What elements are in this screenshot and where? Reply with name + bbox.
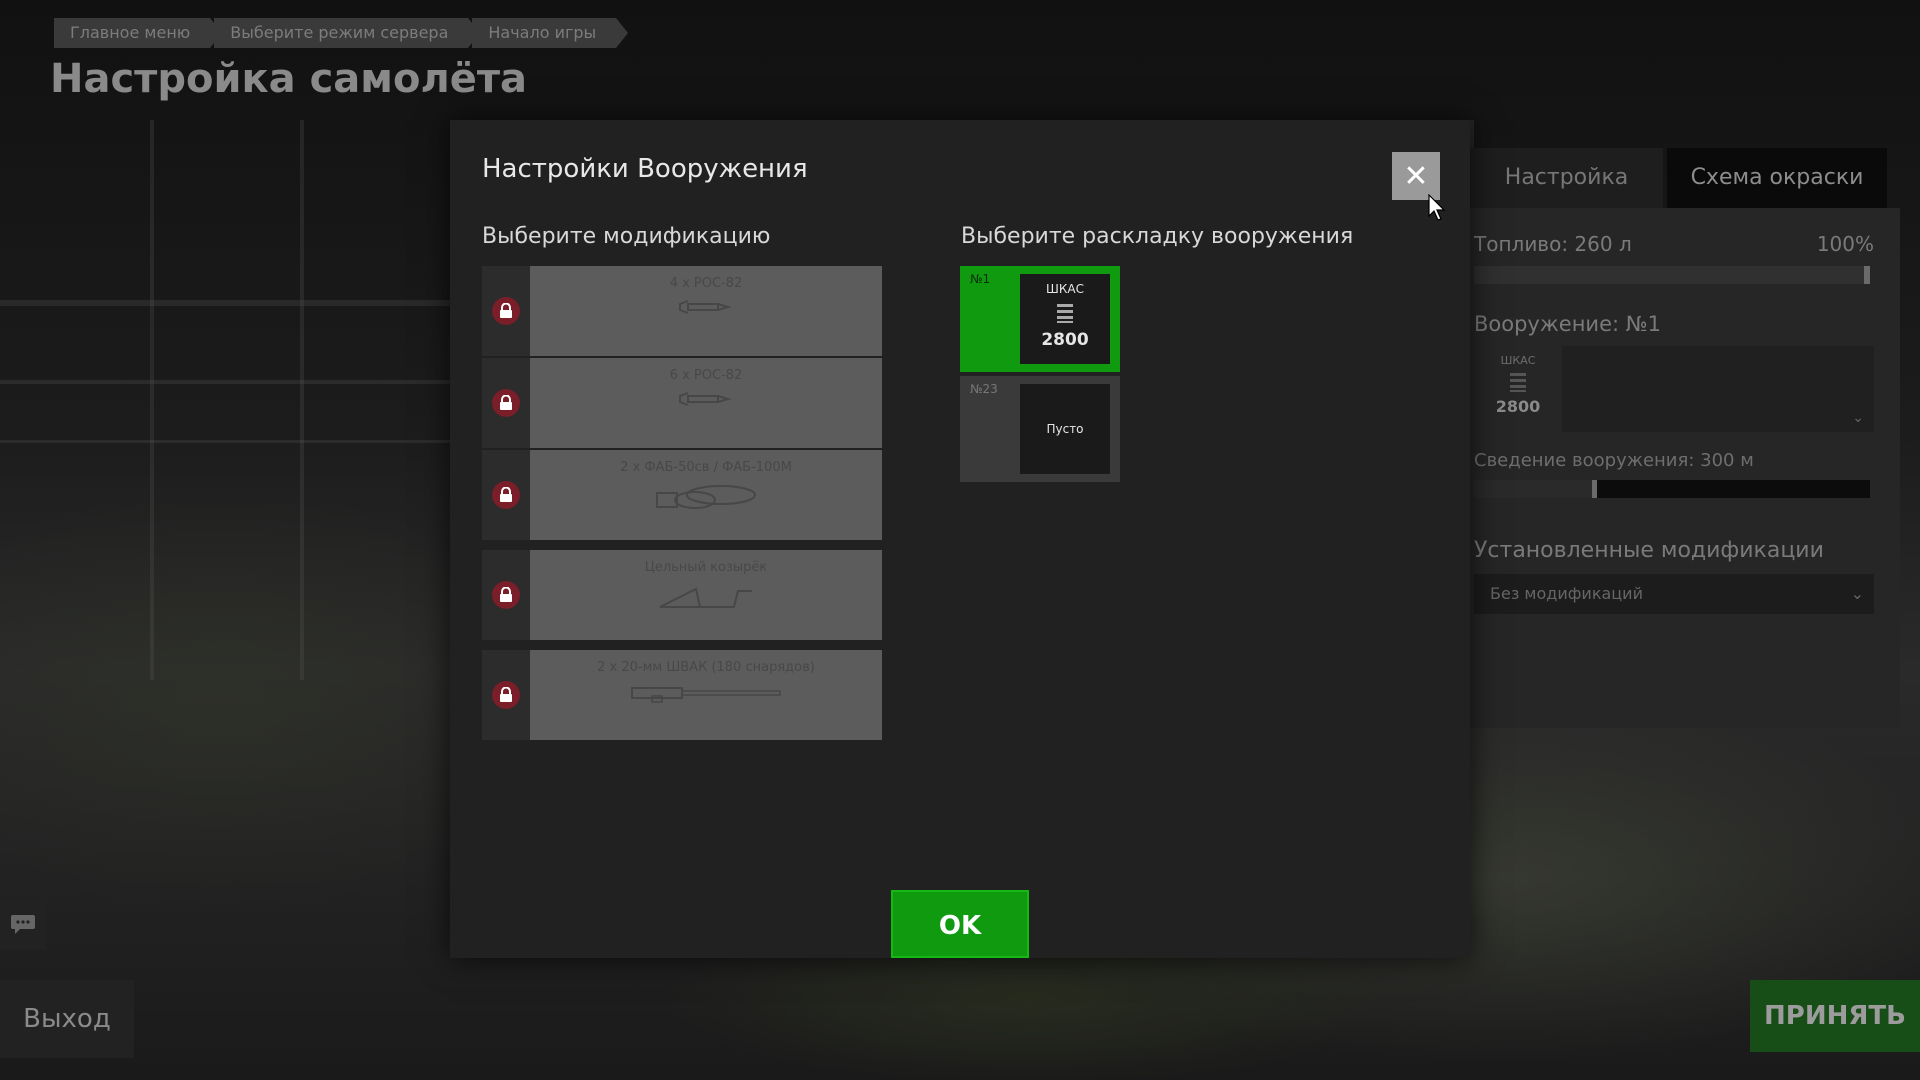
mod-label: 4 х РОС-82 [669,276,743,291]
ammo-belt-icon [1057,304,1073,323]
installed-mods-value: Без модификаций [1490,584,1643,603]
modal-title: Настройки Вооружения [482,154,808,184]
lock-icon [492,297,520,325]
chevron-down-icon: ⌄ [1850,584,1864,603]
cannon-icon [631,687,781,703]
fuel-slider[interactable] [1474,266,1870,284]
accept-button[interactable]: ПРИНЯТЬ [1750,980,1920,1052]
weapon-settings-modal: Настройки Вооружения ✕ Выберите модифика… [450,120,1470,958]
tab-paint-scheme[interactable]: Схема окраски [1667,148,1887,208]
mod-body: Цельный козырёк [530,550,882,640]
mouse-cursor-icon [1428,194,1446,221]
mod-label: 2 х 20-мм ШВАК (180 снарядов) [597,660,815,675]
breadcrumb-game-start[interactable]: Начало игры [472,18,628,48]
fuel-row: Топливо: 260 л 100% [1474,232,1874,256]
loadout-number: №1 [970,272,991,286]
settings-tabs: Настройка Схема окраски [1470,148,1920,208]
page-title: Настройка самолёта [50,56,528,102]
chat-button[interactable] [0,898,46,950]
loadout-option[interactable]: №23 Пусто [960,376,1120,482]
mod-label: Цельный козырёк [644,560,768,575]
loadout-empty-label: Пусто [1046,422,1084,436]
mod-item[interactable]: Цельный козырёк [482,550,882,640]
mod-item[interactable]: 2 х ФАБ-50св / ФАБ-100М [482,450,882,540]
mod-lock-area [482,266,530,356]
loadout-option-selected[interactable]: №1 ШКАС 2800 [960,266,1120,372]
installed-mods-label: Установленные модификации [1474,538,1824,563]
loadout-ammo: 2800 [1041,330,1089,350]
mod-body: 6 х РОС-82 [530,358,882,448]
settings-panel-body: Топливо: 260 л 100% Вооружение: №1 ШКАС … [1470,208,1900,728]
windscreen-icon [659,587,752,608]
installed-mods-select[interactable]: Без модификаций ⌄ [1474,574,1874,614]
loadout-number: №23 [970,382,998,396]
rocket-icon [679,392,732,406]
mod-lock-area [482,450,530,540]
mod-lock-area [482,650,530,740]
mod-body: 4 х РОС-82 [530,266,882,356]
convergence-slider-fill [1474,480,1594,498]
loadout-heading: Выберите раскладку вооружения [961,224,1354,249]
mod-body: 2 х 20-мм ШВАК (180 снарядов) [530,650,882,740]
breadcrumb: Главное меню Выберите режим сервера Нача… [54,18,628,48]
convergence-slider-handle[interactable] [1592,480,1597,498]
tab-setup[interactable]: Настройка [1470,148,1663,208]
ok-button[interactable]: OK [891,890,1029,958]
loadout-weapon-card: ШКАС 2800 [1020,274,1110,364]
mod-body: 2 х ФАБ-50св / ФАБ-100М [530,450,882,540]
close-icon: ✕ [1403,158,1429,194]
mod-item[interactable]: 2 х 20-мм ШВАК (180 снарядов) [482,650,882,740]
weapon-ammo: 2800 [1495,397,1541,416]
weapon-name: ШКАС [1500,354,1536,367]
lock-icon [492,681,520,709]
convergence-slider[interactable] [1474,480,1870,498]
mod-item[interactable]: 6 х РОС-82 [482,358,882,448]
modification-list: 4 х РОС-82 6 х РОС-82 2 х ФАБ-50св / ФАБ… [482,266,882,742]
chat-icon [11,915,35,934]
loadout-weapon-name: ШКАС [1046,282,1084,296]
fuel-label: Топливо: 260 л [1474,232,1632,256]
weapon-dropdown[interactable]: ШКАС 2800 ⌄ [1474,346,1874,432]
fuel-slider-handle[interactable] [1864,266,1870,284]
loadout-empty-card: Пусто [1020,384,1110,474]
mod-label: 6 х РОС-82 [669,368,743,383]
lock-icon [492,481,520,509]
bomb-icon [656,485,756,509]
breadcrumb-main-menu[interactable]: Главное меню [54,18,223,48]
breadcrumb-server-mode[interactable]: Выберите режим сервера [214,18,481,48]
weapon-label: Вооружение: №1 [1474,312,1661,336]
mod-lock-area [482,550,530,640]
exit-button[interactable]: Выход [0,980,134,1058]
weapon-card: ШКАС 2800 [1474,346,1562,432]
mod-label: 2 х ФАБ-50св / ФАБ-100М [620,460,792,475]
lock-icon [492,581,520,609]
close-button[interactable]: ✕ [1392,152,1440,200]
ammo-belt-icon [1510,373,1526,392]
fuel-percent: 100% [1816,232,1874,256]
loadout-list: №1 ШКАС 2800 №23 Пусто [960,266,1120,486]
settings-panel: Настройка Схема окраски Топливо: 260 л 1… [1470,148,1920,728]
lock-icon [492,389,520,417]
rocket-icon [679,300,732,314]
convergence-label: Сведение вооружения: 300 м [1474,450,1754,471]
chevron-down-icon: ⌄ [1852,410,1864,426]
mod-lock-area [482,358,530,448]
mods-heading: Выберите модификацию [482,224,771,249]
mod-item[interactable]: 4 х РОС-82 [482,266,882,356]
